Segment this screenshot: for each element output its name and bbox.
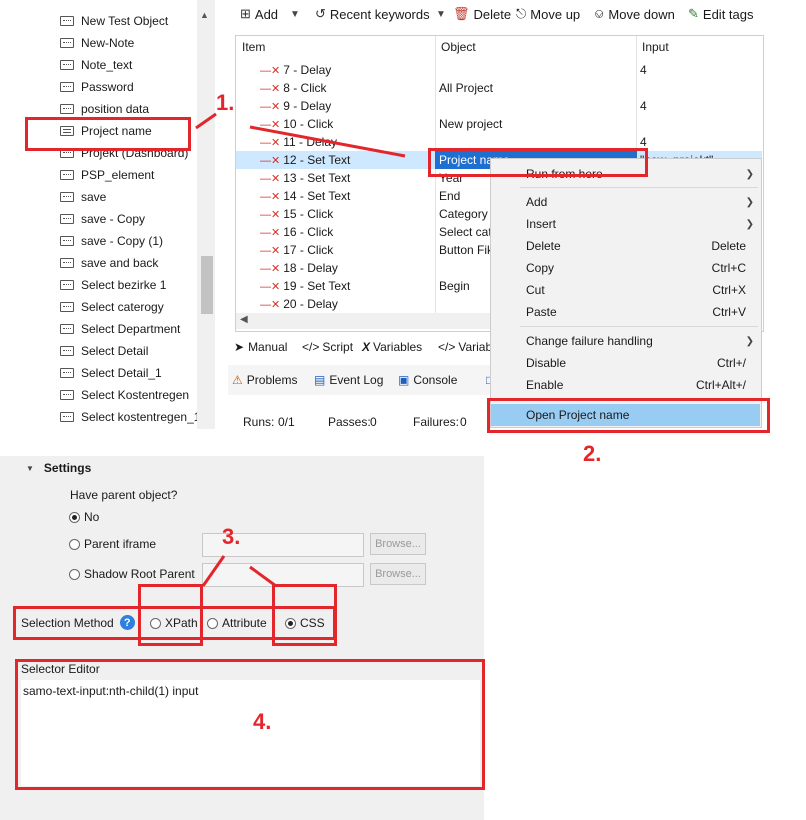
annotation-line	[195, 112, 217, 130]
annotation-number-3: 3.	[222, 524, 241, 549]
annotation-line	[249, 565, 277, 588]
annotation-line	[201, 555, 226, 587]
annotation-number-2: 2.	[583, 441, 602, 466]
annotation-lines	[195, 112, 406, 588]
annotation-number-1: 1.	[216, 90, 235, 115]
annotation-line	[249, 125, 406, 158]
annotation-number-4: 4.	[253, 709, 272, 734]
